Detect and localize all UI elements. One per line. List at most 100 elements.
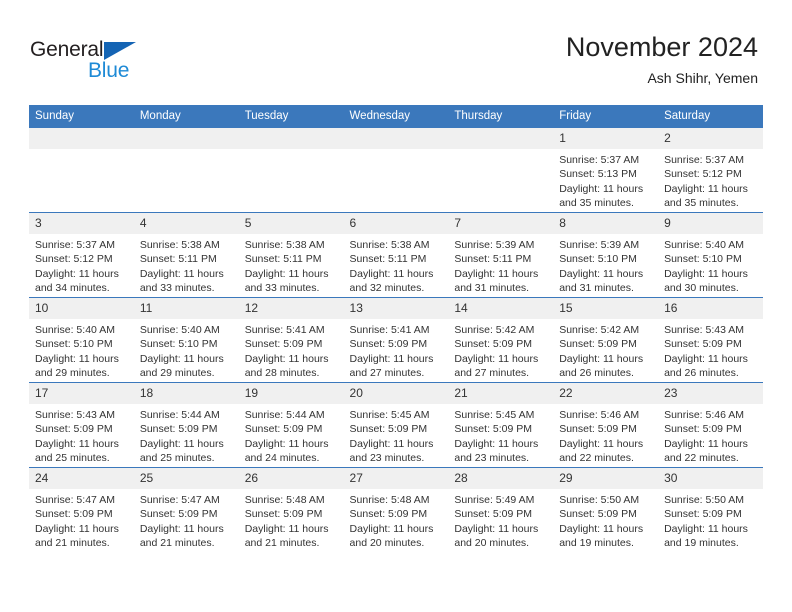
day-details: Sunrise: 5:42 AM Sunset: 5:09 PM Daylight:… [448, 319, 553, 380]
calendar-day-cell[interactable]: 10 Sunrise: 5:40 AM Sunset: 5:10 PM Dayligh… [29, 297, 134, 383]
daylight-text: Daylight: 11 hours and 22 minutes. [664, 437, 748, 464]
daylight-text: Daylight: 11 hours and 23 minutes. [454, 437, 539, 464]
day-details: Sunrise: 5:49 AM Sunset: 5:09 PM Daylight:… [448, 489, 553, 550]
day-number [343, 128, 449, 149]
day-number: 22 [553, 383, 659, 404]
day-number: 17 [29, 383, 134, 404]
day-number [448, 128, 554, 149]
sunset-text: Sunset: 5:09 PM [664, 338, 742, 351]
logo-text-blue: Blue [88, 59, 130, 82]
calendar-day-cell[interactable]: 1 Sunrise: 5:37 AM Sunset: 5:13 PM Daylight… [553, 127, 659, 213]
sunset-text: Sunset: 5:11 PM [244, 253, 322, 266]
calendar-day-cell[interactable]: 23 Sunrise: 5:46 AM Sunset: 5:09 PM Dayligh… [658, 382, 763, 468]
sunrise-text: Sunrise: 5:37 AM [664, 154, 745, 166]
day-details: Sunrise: 5:43 AM Sunset: 5:09 PM Daylight:… [29, 404, 134, 465]
calendar-day-cell[interactable]: 2 Sunrise: 5:37 AM Sunset: 5:12 PM Daylight… [658, 127, 763, 213]
calendar-day-cell[interactable]: 18 Sunrise: 5:44 AM Sunset: 5:09 PM Dayligh… [133, 382, 239, 468]
calendar-day-cell[interactable]: 8 Sunrise: 5:39 AM Sunset: 5:10 PM Daylight… [553, 212, 659, 298]
day-number: 9 [658, 213, 763, 234]
calendar-day-cell[interactable]: 6 Sunrise: 5:38 AM Sunset: 5:11 PM Daylight… [343, 212, 449, 298]
sunrise-text: Sunrise: 5:46 AM [559, 409, 640, 421]
sunrise-text: Sunrise: 5:41 AM [244, 324, 325, 336]
calendar-day-cell[interactable]: 16 Sunrise: 5:43 AM Sunset: 5:09 PM Dayligh… [658, 297, 763, 383]
day-details: Sunrise: 5:47 AM Sunset: 5:09 PM Daylight:… [29, 489, 134, 550]
calendar-day-cell[interactable]: 25 Sunrise: 5:47 AM Sunset: 5:09 PM Dayligh… [133, 467, 239, 552]
sunset-text: Sunset: 5:09 PM [35, 423, 113, 436]
calendar-day-cell[interactable]: 24 Sunrise: 5:47 AM Sunset: 5:09 PM Dayligh… [29, 467, 134, 552]
location-subtitle: Ash Shihr, Yemen [647, 70, 758, 86]
weekday-header-monday: Monday [133, 105, 239, 128]
sunrise-text: Sunrise: 5:50 AM [664, 494, 745, 506]
sunrise-text: Sunrise: 5:42 AM [454, 324, 535, 336]
sunset-text: Sunset: 5:09 PM [664, 423, 742, 436]
calendar-day-cell[interactable]: 4 Sunrise: 5:38 AM Sunset: 5:11 PM Daylight… [133, 212, 239, 298]
sunset-text: Sunset: 5:09 PM [349, 338, 428, 351]
sunrise-text: Sunrise: 5:45 AM [349, 409, 430, 421]
calendar-week-row: 10 Sunrise: 5:40 AM Sunset: 5:10 PM Dayligh… [29, 297, 763, 383]
calendar-day-cell[interactable]: 29 Sunrise: 5:50 AM Sunset: 5:09 PM Dayligh… [553, 467, 659, 552]
sunset-text: Sunset: 5:09 PM [139, 508, 218, 521]
day-number: 3 [29, 213, 134, 234]
sunset-text: Sunset: 5:09 PM [559, 423, 637, 436]
calendar-week-row: 24 Sunrise: 5:47 AM Sunset: 5:09 PM Dayligh… [29, 467, 763, 552]
calendar-day-cell[interactable]: 13 Sunrise: 5:41 AM Sunset: 5:09 PM Dayligh… [343, 297, 449, 383]
sunrise-text: Sunrise: 5:44 AM [244, 409, 325, 421]
daylight-text: Daylight: 11 hours and 26 minutes. [664, 352, 748, 379]
general-blue-logo[interactable]: General Blue [30, 38, 150, 84]
calendar-day-cell[interactable]: 14 Sunrise: 5:42 AM Sunset: 5:09 PM Dayligh… [448, 297, 554, 383]
calendar-day-cell[interactable]: 11 Sunrise: 5:40 AM Sunset: 5:10 PM Dayligh… [133, 297, 239, 383]
calendar-day-cell[interactable]: 3 Sunrise: 5:37 AM Sunset: 5:12 PM Daylight… [29, 212, 134, 298]
calendar-week-row: 17 Sunrise: 5:43 AM Sunset: 5:09 PM Dayligh… [29, 382, 763, 468]
day-details: Sunrise: 5:38 AM Sunset: 5:11 PM Daylight:… [344, 234, 449, 295]
day-details: Sunrise: 5:46 AM Sunset: 5:09 PM Daylight:… [553, 404, 658, 465]
daylight-text: Daylight: 11 hours and 24 minutes. [244, 437, 329, 464]
sunset-text: Sunset: 5:11 PM [349, 253, 427, 266]
calendar-day-cell[interactable]: 9 Sunrise: 5:40 AM Sunset: 5:10 PM Daylight… [658, 212, 763, 298]
calendar-week-row: 1 Sunrise: 5:37 AM Sunset: 5:13 PM Daylight… [29, 127, 763, 213]
sunrise-text: Sunrise: 5:37 AM [559, 154, 640, 166]
sunset-text: Sunset: 5:10 PM [35, 338, 113, 351]
calendar-day-cell[interactable]: 12 Sunrise: 5:41 AM Sunset: 5:09 PM Dayligh… [238, 297, 344, 383]
calendar-day-cell[interactable]: 19 Sunrise: 5:44 AM Sunset: 5:09 PM Dayligh… [238, 382, 344, 468]
calendar-day-cell[interactable]: 30 Sunrise: 5:50 AM Sunset: 5:09 PM Dayligh… [658, 467, 763, 552]
daylight-text: Daylight: 11 hours and 23 minutes. [349, 437, 434, 464]
calendar-day-cell[interactable]: 7 Sunrise: 5:39 AM Sunset: 5:11 PM Daylight… [448, 212, 554, 298]
day-details: Sunrise: 5:44 AM Sunset: 5:09 PM Daylight:… [239, 404, 344, 465]
day-details: Sunrise: 5:42 AM Sunset: 5:09 PM Daylight:… [553, 319, 658, 380]
day-number [133, 128, 239, 149]
day-number: 7 [448, 213, 554, 234]
sunset-text: Sunset: 5:13 PM [559, 168, 637, 181]
calendar-day-cell[interactable]: 26 Sunrise: 5:48 AM Sunset: 5:09 PM Dayligh… [238, 467, 344, 552]
sunrise-text: Sunrise: 5:46 AM [664, 409, 745, 421]
daylight-text: Daylight: 11 hours and 29 minutes. [35, 352, 119, 379]
day-details: Sunrise: 5:41 AM Sunset: 5:09 PM Daylight:… [344, 319, 449, 380]
daylight-text: Daylight: 11 hours and 31 minutes. [559, 267, 644, 294]
calendar-day-cell[interactable]: 22 Sunrise: 5:46 AM Sunset: 5:09 PM Dayligh… [553, 382, 659, 468]
day-number: 12 [238, 298, 344, 319]
day-number: 28 [448, 468, 554, 489]
calendar-cell-empty [29, 127, 134, 213]
daylight-text: Daylight: 11 hours and 20 minutes. [349, 522, 434, 549]
sunrise-text: Sunrise: 5:49 AM [454, 494, 535, 506]
calendar-day-cell[interactable]: 21 Sunrise: 5:45 AM Sunset: 5:09 PM Dayligh… [448, 382, 554, 468]
sunset-text: Sunset: 5:10 PM [139, 338, 218, 351]
daylight-text: Daylight: 11 hours and 26 minutes. [559, 352, 644, 379]
day-number: 14 [448, 298, 554, 319]
calendar-day-cell[interactable]: 28 Sunrise: 5:49 AM Sunset: 5:09 PM Dayligh… [448, 467, 554, 552]
sunset-text: Sunset: 5:09 PM [454, 508, 533, 521]
calendar-day-cell[interactable]: 27 Sunrise: 5:48 AM Sunset: 5:09 PM Dayligh… [343, 467, 449, 552]
day-details: Sunrise: 5:50 AM Sunset: 5:09 PM Daylight:… [658, 489, 763, 550]
sunrise-text: Sunrise: 5:45 AM [454, 409, 535, 421]
day-details: Sunrise: 5:39 AM Sunset: 5:10 PM Daylight:… [553, 234, 658, 295]
calendar-day-cell[interactable]: 15 Sunrise: 5:42 AM Sunset: 5:09 PM Dayligh… [553, 297, 659, 383]
calendar-day-cell[interactable]: 17 Sunrise: 5:43 AM Sunset: 5:09 PM Dayligh… [29, 382, 134, 468]
calendar-day-cell[interactable]: 20 Sunrise: 5:45 AM Sunset: 5:09 PM Dayligh… [343, 382, 449, 468]
day-details: Sunrise: 5:40 AM Sunset: 5:10 PM Daylight:… [658, 234, 763, 295]
daylight-text: Daylight: 11 hours and 27 minutes. [454, 352, 539, 379]
daylight-text: Daylight: 11 hours and 35 minutes. [664, 182, 748, 209]
calendar-day-cell[interactable]: 5 Sunrise: 5:38 AM Sunset: 5:11 PM Daylight… [238, 212, 344, 298]
sunrise-text: Sunrise: 5:44 AM [139, 409, 220, 421]
weekday-header-sunday: Sunday [29, 105, 134, 128]
sunset-text: Sunset: 5:09 PM [35, 508, 113, 521]
sunrise-text: Sunrise: 5:39 AM [559, 239, 640, 251]
